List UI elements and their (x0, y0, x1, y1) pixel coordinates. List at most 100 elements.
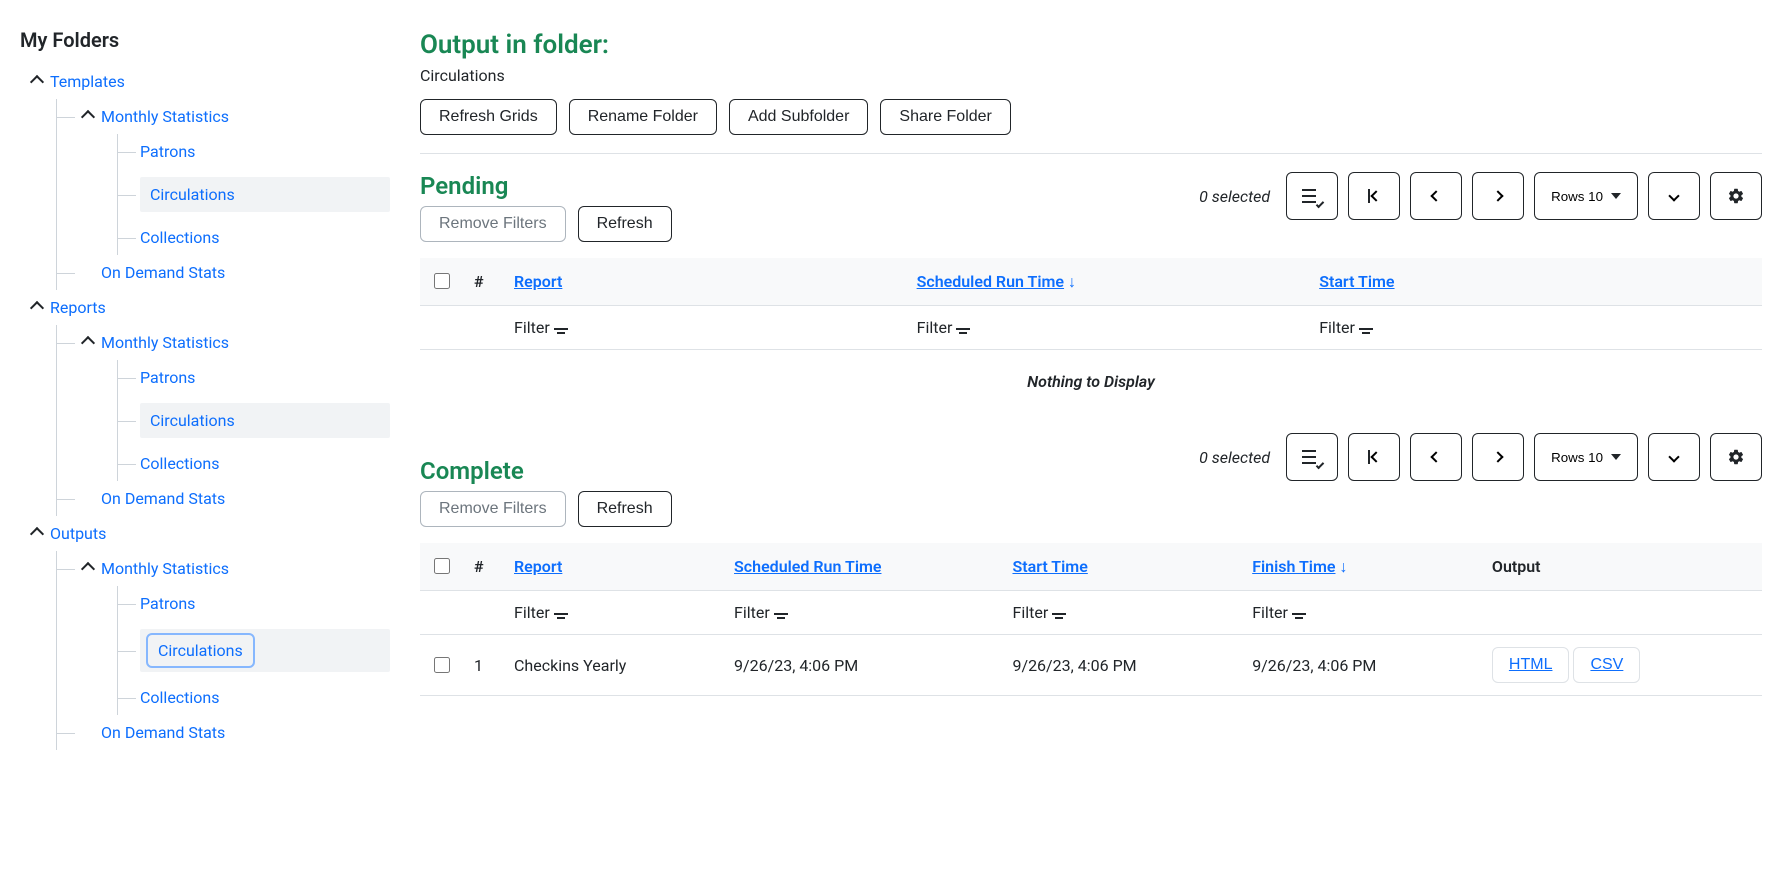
page-next-button[interactable] (1472, 433, 1524, 481)
tree-link[interactable]: On Demand Stats (101, 263, 225, 282)
page-prev-button[interactable] (1410, 433, 1462, 481)
rows-label: Rows 10 (1551, 450, 1603, 465)
remove-filters-button[interactable]: Remove Filters (420, 491, 566, 527)
add-subfolder-button[interactable]: Add Subfolder (729, 99, 868, 135)
filter-cell[interactable]: Filter (504, 306, 907, 350)
chevron-up-icon[interactable] (79, 560, 97, 578)
complete-grid-controls: 0 selected Rows 10 (1199, 433, 1762, 481)
tree-root-reports[interactable]: Reports (20, 290, 390, 325)
tree-link[interactable]: Monthly Statistics (101, 107, 229, 126)
filter-icon (554, 328, 568, 334)
tree-link[interactable]: Patrons (140, 594, 195, 613)
tree-link[interactable]: Templates (50, 72, 125, 91)
chevron-up-icon[interactable] (79, 334, 97, 352)
checklist-icon (1302, 188, 1322, 204)
tree-item-patrons[interactable]: Patrons (118, 586, 390, 621)
select-all-checkbox[interactable] (434, 558, 450, 574)
selected-count: 0 selected (1199, 187, 1270, 206)
tree-item-on-demand[interactable]: On Demand Stats (57, 481, 390, 516)
tree-item-circulations[interactable]: Circulations (118, 395, 390, 446)
pending-heading: Pending (420, 172, 1179, 200)
column-output: Output (1482, 543, 1762, 591)
rows-per-page-select[interactable]: Rows 10 (1534, 172, 1638, 220)
filter-cell[interactable]: Filter (907, 306, 1310, 350)
folder-actions: Refresh Grids Rename Folder Add Subfolde… (420, 99, 1762, 135)
column-scheduled[interactable]: Scheduled Run Time↓ (917, 272, 1076, 291)
page-first-button[interactable] (1348, 172, 1400, 220)
select-all-checkbox[interactable] (434, 273, 450, 289)
column-report[interactable]: Report (514, 557, 562, 576)
tree-link[interactable]: Monthly Statistics (101, 333, 229, 352)
page-next-button[interactable] (1472, 172, 1524, 220)
share-folder-button[interactable]: Share Folder (880, 99, 1011, 135)
filter-cell[interactable]: Filter (504, 591, 724, 635)
grid-actions-button[interactable] (1286, 433, 1338, 481)
refresh-grids-button[interactable]: Refresh Grids (420, 99, 557, 135)
caret-down-icon (1611, 454, 1621, 460)
column-finish[interactable]: Finish Time↓ (1252, 557, 1347, 576)
chevron-up-icon[interactable] (79, 108, 97, 126)
tree-item-collections[interactable]: Collections (118, 220, 390, 255)
tree-link[interactable]: Patrons (140, 368, 195, 387)
refresh-button[interactable]: Refresh (578, 206, 672, 242)
column-scheduled[interactable]: Scheduled Run Time (734, 557, 881, 576)
expand-button[interactable] (1648, 172, 1700, 220)
page-first-button[interactable] (1348, 433, 1400, 481)
column-report[interactable]: Report (514, 272, 562, 291)
tree-item-circulations[interactable]: Circulations (118, 169, 390, 220)
grid-settings-button[interactable] (1710, 172, 1762, 220)
column-start[interactable]: Start Time (1319, 272, 1394, 291)
output-html-button[interactable]: HTML (1492, 647, 1570, 683)
grid-actions-button[interactable] (1286, 172, 1338, 220)
tree-item-collections[interactable]: Collections (118, 446, 390, 481)
tree-link[interactable]: Outputs (50, 524, 106, 543)
tree-link[interactable]: Reports (50, 298, 106, 317)
rows-per-page-select[interactable]: Rows 10 (1534, 433, 1638, 481)
chevron-down-icon (1668, 451, 1679, 462)
cell-start: 9/26/23, 4:06 PM (1002, 635, 1242, 696)
chevron-up-icon[interactable] (28, 73, 46, 91)
page-first-icon (1368, 189, 1380, 203)
tree-link[interactable]: Circulations (158, 641, 243, 660)
cell-report: Checkins Yearly (504, 635, 724, 696)
tree-link[interactable]: Circulations (150, 185, 235, 204)
tree-item-on-demand[interactable]: On Demand Stats (57, 255, 390, 290)
expand-button[interactable] (1648, 433, 1700, 481)
tree-link[interactable]: Collections (140, 454, 220, 473)
tree-link[interactable]: Collections (140, 228, 220, 247)
tree-link[interactable]: Monthly Statistics (101, 559, 229, 578)
filter-cell[interactable]: Filter (1242, 591, 1482, 635)
page-prev-button[interactable] (1410, 172, 1462, 220)
rename-folder-button[interactable]: Rename Folder (569, 99, 717, 135)
column-start[interactable]: Start Time (1012, 557, 1087, 576)
refresh-button[interactable]: Refresh (578, 491, 672, 527)
tree-link[interactable]: Patrons (140, 142, 195, 161)
tree-item-on-demand[interactable]: On Demand Stats (57, 715, 390, 750)
chevron-up-icon[interactable] (28, 525, 46, 543)
tree-link[interactable]: On Demand Stats (101, 489, 225, 508)
filter-cell[interactable]: Filter (1002, 591, 1242, 635)
tree-item-circulations[interactable]: Circulations (118, 621, 390, 680)
tree-item-monthly-statistics[interactable]: Monthly Statistics (57, 551, 390, 586)
tree-item-monthly-statistics[interactable]: Monthly Statistics (57, 99, 390, 134)
tree-root-templates[interactable]: Templates (20, 64, 390, 99)
row-checkbox[interactable] (434, 657, 450, 673)
tree-item-collections[interactable]: Collections (118, 680, 390, 715)
chevron-up-icon[interactable] (28, 299, 46, 317)
filter-cell[interactable]: Filter (724, 591, 1002, 635)
tree-item-patrons[interactable]: Patrons (118, 134, 390, 169)
tree-root-outputs[interactable]: Outputs (20, 516, 390, 551)
grid-settings-button[interactable] (1710, 433, 1762, 481)
output-csv-button[interactable]: CSV (1573, 647, 1640, 683)
tree-link[interactable]: On Demand Stats (101, 723, 225, 742)
tree-item-monthly-statistics[interactable]: Monthly Statistics (57, 325, 390, 360)
tree-item-patrons[interactable]: Patrons (118, 360, 390, 395)
tree-link[interactable]: Circulations (150, 411, 235, 430)
filter-cell[interactable]: Filter (1309, 306, 1762, 350)
filter-icon (1292, 613, 1306, 619)
tree-link[interactable]: Collections (140, 688, 220, 707)
chevron-down-icon (1668, 190, 1679, 201)
filter-icon (1052, 613, 1066, 619)
remove-filters-button[interactable]: Remove Filters (420, 206, 566, 242)
column-num: # (464, 543, 504, 591)
